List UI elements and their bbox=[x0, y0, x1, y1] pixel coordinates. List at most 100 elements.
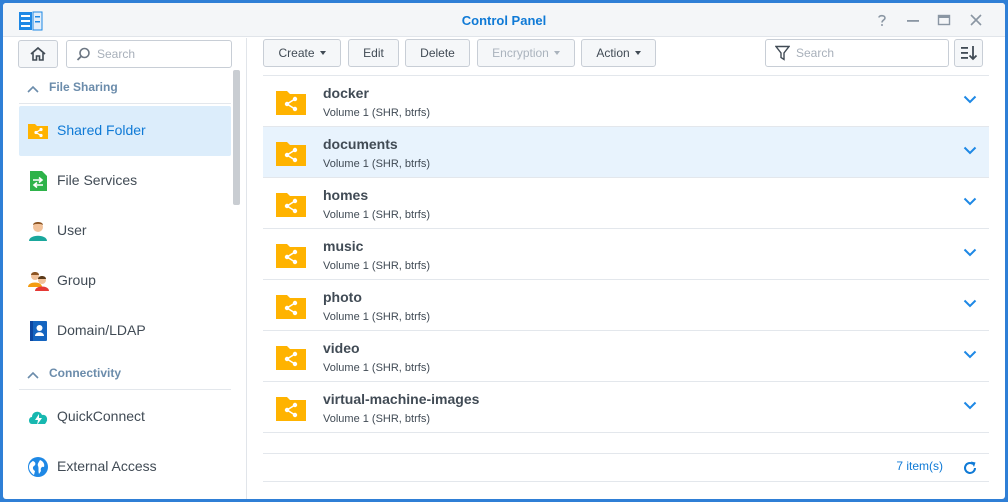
folder-volume: Volume 1 (SHR, btrfs) bbox=[323, 413, 430, 425]
sidebar-item-label: QuickConnect bbox=[57, 408, 145, 424]
sidebar-item-label: Domain/LDAP bbox=[57, 322, 146, 338]
section-connectivity[interactable]: Connectivity bbox=[19, 360, 231, 390]
folder-name: photo bbox=[323, 289, 362, 305]
folder-volume: Volume 1 (SHR, btrfs) bbox=[323, 260, 430, 272]
sidebar-scrollbar[interactable] bbox=[233, 70, 240, 205]
quickconnect-icon bbox=[29, 411, 48, 425]
encryption-button[interactable]: Encryption bbox=[477, 39, 575, 67]
folder-volume: Volume 1 (SHR, btrfs) bbox=[323, 209, 430, 221]
sidebar-item-label: Shared Folder bbox=[57, 122, 146, 138]
maximize-icon[interactable] bbox=[936, 12, 952, 28]
chevron-down-icon[interactable] bbox=[963, 248, 977, 257]
folder-name: virtual-machine-images bbox=[323, 391, 480, 407]
section-label: Connectivity bbox=[49, 366, 122, 380]
filter-icon bbox=[775, 45, 790, 61]
sidebar-divider bbox=[246, 38, 247, 499]
shared-folder-icon bbox=[28, 124, 48, 139]
sidebar-item-domain-ldap[interactable]: Domain/LDAP bbox=[19, 306, 231, 356]
domain-ldap-icon bbox=[30, 321, 47, 341]
edit-label: Edit bbox=[363, 46, 384, 60]
home-icon bbox=[30, 46, 46, 61]
chevron-down-icon[interactable] bbox=[963, 197, 977, 206]
shared-folder-icon bbox=[276, 295, 306, 319]
shared-folder-icon bbox=[276, 91, 306, 115]
sort-button[interactable] bbox=[954, 39, 983, 67]
shared-folder-icon bbox=[276, 346, 306, 370]
footer-divider bbox=[263, 453, 989, 454]
edit-button[interactable]: Edit bbox=[348, 39, 399, 67]
folder-row[interactable]: video Volume 1 (SHR, btrfs) bbox=[263, 330, 989, 381]
user-icon bbox=[29, 222, 47, 241]
sort-icon bbox=[960, 46, 977, 61]
chevron-down-icon[interactable] bbox=[963, 299, 977, 308]
folder-name: video bbox=[323, 340, 360, 356]
chevron-down-icon[interactable] bbox=[963, 401, 977, 410]
close-icon[interactable] bbox=[968, 12, 984, 28]
sidebar-item-shared-folder[interactable]: Shared Folder bbox=[19, 106, 231, 156]
caret-down-icon bbox=[319, 51, 326, 55]
refresh-icon[interactable] bbox=[962, 460, 978, 476]
folder-name: docker bbox=[323, 85, 369, 101]
window-title: Control Panel bbox=[461, 13, 547, 28]
sidebar-item-file-services[interactable]: File Services bbox=[19, 156, 231, 206]
group-icon bbox=[28, 272, 49, 291]
sidebar-item-label: Group bbox=[57, 272, 96, 288]
sidebar-item-external-access[interactable]: External Access bbox=[19, 442, 231, 492]
caret-down-icon bbox=[553, 51, 560, 55]
title-bar[interactable]: Control Panel bbox=[3, 3, 1005, 37]
section-file-sharing[interactable]: File Sharing bbox=[19, 74, 231, 104]
delete-label: Delete bbox=[420, 46, 455, 60]
search-icon bbox=[76, 47, 90, 61]
chevron-up-icon bbox=[27, 85, 39, 93]
folder-search-field[interactable] bbox=[765, 39, 949, 67]
folder-name: documents bbox=[323, 136, 398, 152]
folder-row[interactable]: photo Volume 1 (SHR, btrfs) bbox=[263, 279, 989, 330]
folder-volume: Volume 1 (SHR, btrfs) bbox=[323, 107, 430, 119]
delete-button[interactable]: Delete bbox=[405, 39, 470, 67]
folder-row[interactable]: virtual-machine-images Volume 1 (SHR, btr… bbox=[263, 381, 989, 432]
folder-row[interactable]: homes Volume 1 (SHR, btrfs) bbox=[263, 177, 989, 228]
sidebar-item-user[interactable]: User bbox=[19, 206, 231, 256]
shared-folder-icon bbox=[276, 397, 306, 421]
folder-name: homes bbox=[323, 187, 369, 203]
section-label: File Sharing bbox=[49, 80, 118, 94]
chevron-down-icon[interactable] bbox=[963, 95, 977, 104]
file-services-icon bbox=[30, 171, 47, 191]
sidebar-item-quickconnect[interactable]: QuickConnect bbox=[19, 392, 231, 442]
folder-volume: Volume 1 (SHR, btrfs) bbox=[323, 362, 430, 374]
shared-folder-icon bbox=[276, 193, 306, 217]
chevron-up-icon bbox=[27, 371, 39, 379]
chevron-down-icon[interactable] bbox=[963, 146, 977, 155]
folder-row[interactable]: music Volume 1 (SHR, btrfs) bbox=[263, 228, 989, 279]
folder-volume: Volume 1 (SHR, btrfs) bbox=[323, 158, 430, 170]
bottom-divider bbox=[263, 481, 989, 482]
folder-name: music bbox=[323, 238, 364, 254]
list-end-divider bbox=[263, 432, 989, 433]
sidebar-search-field[interactable] bbox=[66, 40, 232, 68]
encryption-label: Encryption bbox=[492, 46, 549, 60]
item-count: 7 item(s) bbox=[896, 459, 943, 473]
sidebar-item-group[interactable]: Group bbox=[19, 256, 231, 306]
sidebar-search-input[interactable] bbox=[97, 45, 227, 63]
folder-search-input[interactable] bbox=[796, 44, 944, 62]
folder-row[interactable]: docker Volume 1 (SHR, btrfs) bbox=[263, 75, 989, 126]
sidebar-item-label: External Access bbox=[57, 458, 157, 474]
caret-down-icon bbox=[634, 51, 641, 55]
action-label: Action bbox=[596, 46, 630, 60]
create-button[interactable]: Create bbox=[263, 39, 341, 67]
folder-volume: Volume 1 (SHR, btrfs) bbox=[323, 311, 430, 323]
sidebar: File Sharing Shared Folder Fil bbox=[3, 38, 247, 499]
folder-row[interactable]: documents Volume 1 (SHR, btrfs) bbox=[263, 126, 989, 177]
minimize-icon[interactable] bbox=[905, 12, 921, 28]
help-icon[interactable] bbox=[874, 12, 890, 28]
shared-folder-icon bbox=[276, 142, 306, 166]
create-label: Create bbox=[278, 46, 315, 60]
sidebar-item-label: User bbox=[57, 222, 87, 238]
chevron-down-icon[interactable] bbox=[963, 350, 977, 359]
sidebar-item-label: File Services bbox=[57, 172, 138, 188]
external-access-icon bbox=[28, 457, 48, 477]
home-button[interactable] bbox=[18, 40, 58, 68]
toolbar: Create Edit Delete Encryption Action bbox=[263, 39, 988, 69]
shared-folder-icon bbox=[276, 244, 306, 268]
action-button[interactable]: Action bbox=[581, 39, 656, 67]
